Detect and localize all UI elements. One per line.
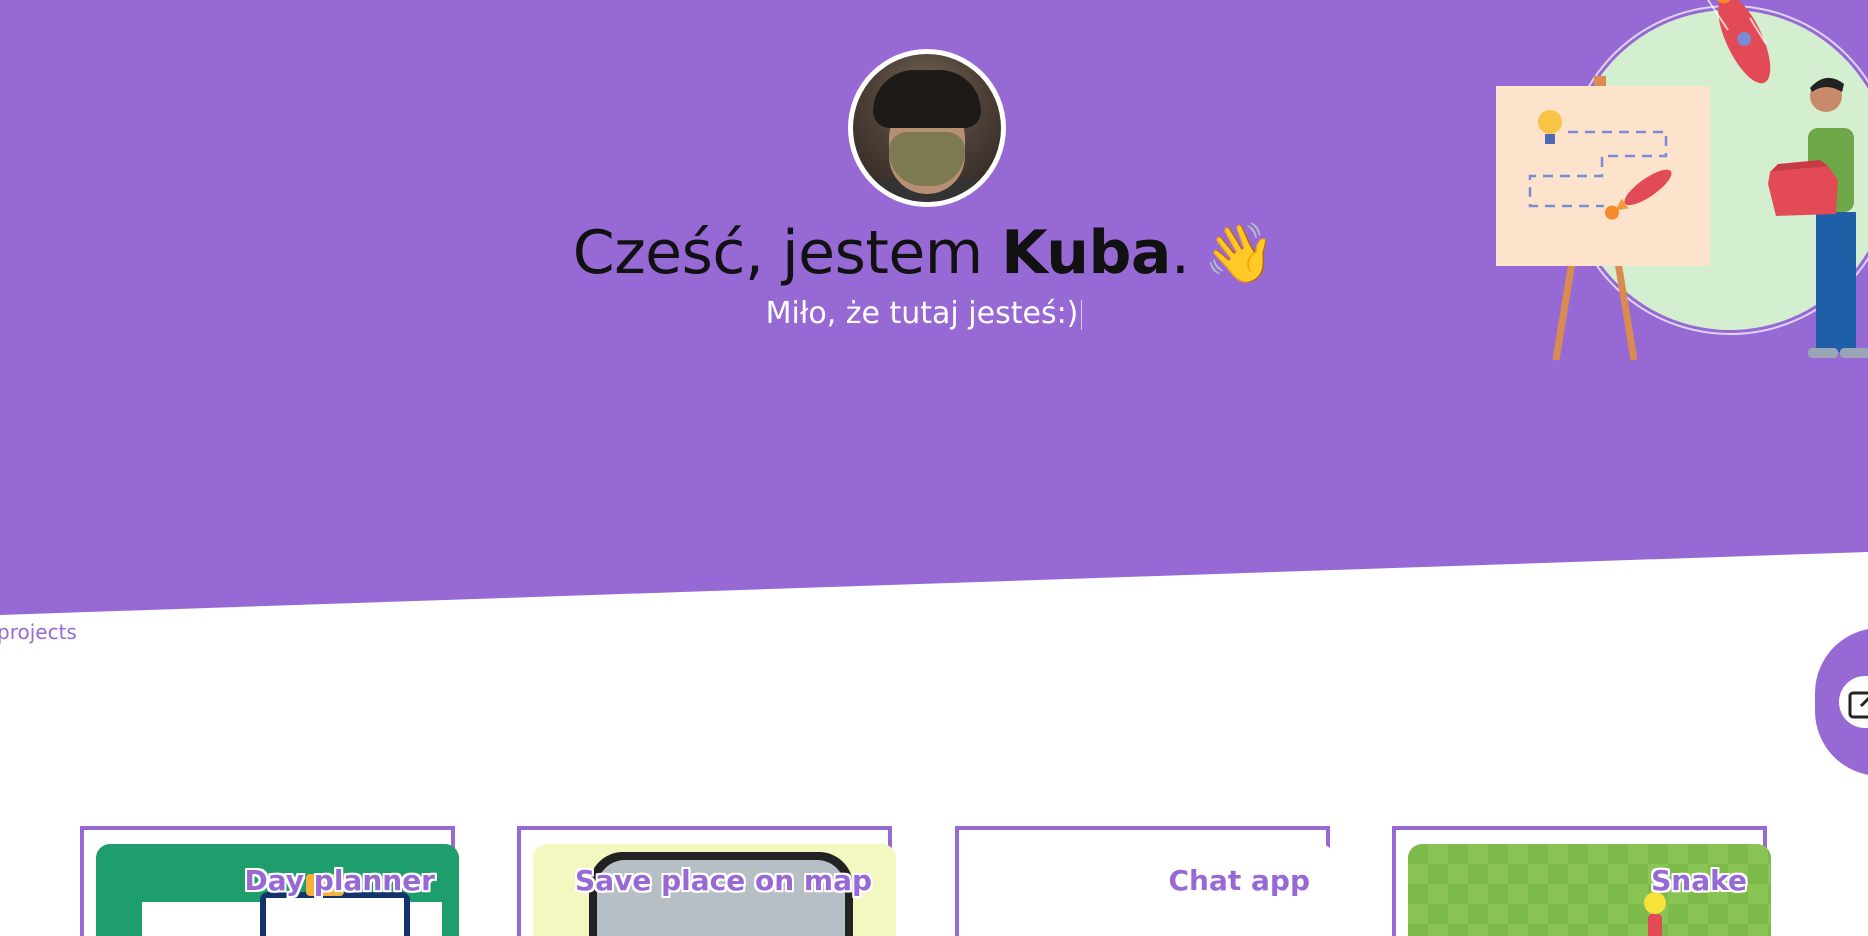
project-card-save-place-on-map[interactable]: Save place on map — [517, 826, 896, 936]
floating-action-button[interactable] — [1815, 628, 1868, 776]
greeting-prefix: Cześć, jestem — [572, 218, 1002, 288]
hero-name: Kuba — [1001, 218, 1171, 288]
avatar — [848, 49, 1006, 207]
subtitle-text: Miło, że tutaj jesteś:) — [765, 296, 1079, 331]
external-link-icon — [1839, 676, 1868, 728]
project-card-snake[interactable]: Snake — [1392, 826, 1771, 936]
card-title: Day planner — [244, 864, 435, 897]
hero-illustration — [1496, 0, 1868, 361]
typing-cursor — [1081, 299, 1083, 330]
greeting-suffix: . — [1170, 218, 1190, 288]
avatar-photo — [853, 54, 1001, 202]
project-card-day-planner[interactable]: Day planner — [80, 826, 459, 936]
projects-link[interactable]: projects — [0, 620, 77, 644]
card-title: Save place on map — [575, 864, 872, 897]
card-title: Snake — [1651, 864, 1747, 897]
card-title: Chat app — [1168, 864, 1311, 897]
waving-hand-icon: 👋 — [1203, 219, 1276, 287]
project-card-chat-app[interactable]: Chat app — [955, 826, 1334, 936]
